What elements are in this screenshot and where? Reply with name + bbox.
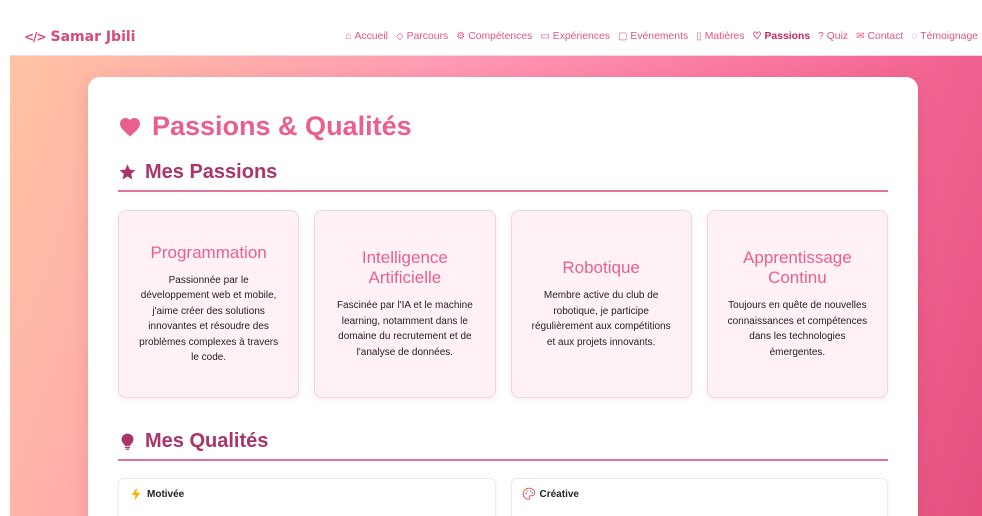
quality-card-creative: Créative xyxy=(510,478,888,516)
passions-grid: Programmation Passionnée par le développ… xyxy=(118,210,888,398)
hero-background: Passions & Qualités Mes Passions Program… xyxy=(10,56,982,516)
briefcase-icon: ▭ xyxy=(540,31,550,42)
nav-link-passions[interactable]: ♡ Passions xyxy=(753,31,811,42)
mail-icon: ✉ xyxy=(856,31,865,42)
nav-link-label: Témoignage xyxy=(920,31,978,42)
star-icon xyxy=(119,164,136,180)
nav-link-parcours[interactable]: ◇ Parcours xyxy=(396,31,448,42)
page-title: Passions & Qualités xyxy=(118,111,412,142)
nav-link-contact[interactable]: ✉ Contact xyxy=(856,31,903,42)
passion-title: Programmation xyxy=(150,242,267,262)
book-icon: ▯ xyxy=(696,31,702,42)
heart-icon: ♡ xyxy=(752,31,762,42)
passion-description: Membre active du club de robotique, je p… xyxy=(531,290,671,348)
nav-link-label: Accueil xyxy=(354,31,388,42)
passion-description: Toujours en quête de nouvelles connaissa… xyxy=(727,300,868,358)
passion-title: Intelligence Artificielle xyxy=(361,248,448,287)
nav-link-label: Quiz xyxy=(826,31,849,42)
nav-link-label: Evénements xyxy=(630,31,689,42)
navbar: </> Samar Jbili ⌂ Accueil ◇ Parcours ⚙ C… xyxy=(10,18,982,56)
passion-title: Apprentissage Continu xyxy=(743,248,852,287)
nav-links: ⌂ Accueil ◇ Parcours ⚙ Compétences ▭ Exp… xyxy=(345,31,978,42)
passion-card-ia: Intelligence Artificielle Fascinée par l… xyxy=(314,210,496,398)
quality-title: Motivée xyxy=(147,488,185,500)
nav-link-competences[interactable]: ⚙ Compétences xyxy=(456,31,532,42)
page-title-text: Passions & Qualités xyxy=(152,111,412,141)
gear-icon: ⚙ xyxy=(456,31,466,42)
quality-heading: Créative xyxy=(522,487,878,501)
qualities-grid: Motivée Créative xyxy=(118,478,888,516)
nav-link-label: Passions xyxy=(764,31,811,42)
graduation-icon: ◇ xyxy=(395,31,404,42)
nav-link-matieres[interactable]: ▯ Matières xyxy=(696,31,744,42)
section-heading-text: Mes Passions xyxy=(145,161,278,183)
heart-icon xyxy=(120,117,140,136)
passion-card-robotique: Robotique Membre active du club de robot… xyxy=(510,210,692,398)
nav-link-label: Contact xyxy=(867,31,904,42)
content-card: Passions & Qualités Mes Passions Program… xyxy=(88,77,918,516)
home-icon: ⌂ xyxy=(345,31,352,42)
passion-title: Robotique xyxy=(562,258,640,277)
nav-link-quiz[interactable]: ? Quiz xyxy=(818,31,848,42)
section-heading-text: Mes Qualités xyxy=(145,430,269,452)
brand-name: Samar Jbili xyxy=(50,28,136,45)
nav-link-label: Parcours xyxy=(406,31,449,42)
quality-title: Créative xyxy=(539,488,579,500)
quality-card-motivee: Motivée xyxy=(118,478,496,516)
passion-description: Passionnée par le développement web et m… xyxy=(139,274,279,364)
lightbulb-icon xyxy=(121,433,134,450)
chat-icon: ◌ xyxy=(911,31,918,42)
section-heading-qualites: Mes Qualités xyxy=(118,430,888,461)
lightning-icon xyxy=(131,487,141,501)
palette-icon xyxy=(522,487,535,500)
code-icon: </> xyxy=(24,29,46,44)
passion-card-programmation: Programmation Passionnée par le développ… xyxy=(118,210,300,398)
question-icon: ? xyxy=(818,31,824,42)
nav-link-temoignage[interactable]: ◌ Témoignage xyxy=(911,31,978,42)
section-heading-passions: Mes Passions xyxy=(118,161,888,192)
calendar-icon: ▢ xyxy=(617,31,628,42)
nav-link-evenements[interactable]: ▢ Evénements xyxy=(618,31,688,42)
nav-link-label: Expériences xyxy=(552,31,610,42)
nav-link-experiences[interactable]: ▭ Expériences xyxy=(540,31,610,42)
quality-heading: Motivée xyxy=(129,487,485,501)
nav-link-accueil[interactable]: ⌂ Accueil xyxy=(345,31,388,42)
nav-link-label: Matières xyxy=(704,31,745,42)
nav-link-label: Compétences xyxy=(468,31,533,42)
passion-card-apprentissage: Apprentissage Continu Toujours en quête … xyxy=(706,210,888,398)
passion-description: Fascinée par l'IA et le machine learning… xyxy=(336,300,473,358)
brand-link[interactable]: </> Samar Jbili xyxy=(24,29,135,45)
